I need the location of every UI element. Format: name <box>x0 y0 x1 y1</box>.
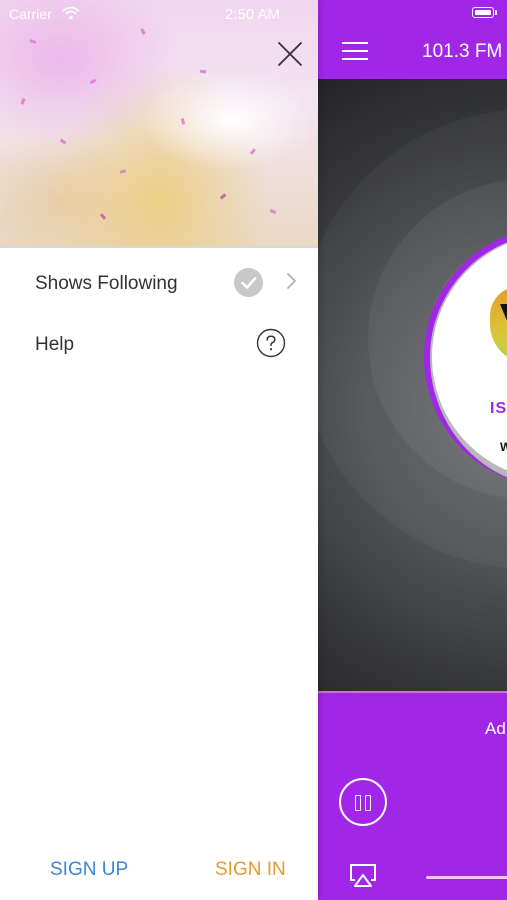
logo-subtext: W <box>500 440 507 454</box>
close-icon[interactable] <box>276 40 304 68</box>
now-playing-artwork-area: IS A W <box>318 79 507 691</box>
chevron-right-icon <box>287 273 296 289</box>
player-header: 101.3 FM <box>318 0 507 79</box>
confetti <box>269 208 277 215</box>
volume-slider[interactable] <box>426 876 507 879</box>
ad-label: Ad <box>485 719 506 738</box>
confetti <box>29 39 37 44</box>
wifi-icon <box>62 6 80 20</box>
check-circle-icon <box>234 268 263 297</box>
confetti <box>199 69 207 74</box>
status-time: 2:50 AM <box>225 6 281 23</box>
station-title: 101.3 FM <box>422 41 503 62</box>
confetti <box>249 148 257 155</box>
pause-icon <box>365 795 371 811</box>
confetti <box>219 193 227 200</box>
status-carrier: Carrier <box>9 6 52 22</box>
question-circle-icon <box>256 328 286 358</box>
airplay-icon[interactable] <box>348 862 378 888</box>
confetti <box>140 28 146 35</box>
menu-item-label: Help <box>35 334 75 355</box>
sign-in-button[interactable]: SIGN IN <box>215 859 286 881</box>
confetti <box>59 138 67 145</box>
confetti <box>180 118 186 125</box>
battery-tip <box>495 10 497 15</box>
pause-icon <box>355 795 361 811</box>
menu-item-shows-following[interactable]: Shows Following <box>0 253 318 313</box>
logo-tagline: IS A <box>490 400 507 417</box>
confetti <box>99 213 107 220</box>
confetti <box>119 169 127 174</box>
battery-icon <box>472 7 494 18</box>
logo-letter-graphic <box>500 304 507 352</box>
divider <box>318 691 507 693</box>
drawer-header-image: Carrier 2:50 AM <box>0 0 318 248</box>
hamburger-menu-icon[interactable] <box>342 40 368 62</box>
player-controls: Ad <box>318 691 507 900</box>
sign-up-button[interactable]: SIGN UP <box>50 859 128 881</box>
menu-item-label: Shows Following <box>35 273 178 294</box>
pause-button[interactable] <box>339 778 387 826</box>
player-screen: 101.3 FM IS A W Ad <box>318 0 507 900</box>
confetti <box>20 98 26 105</box>
side-drawer: Carrier 2:50 AM Shows Following Help SIG… <box>0 0 318 900</box>
confetti <box>89 78 97 85</box>
